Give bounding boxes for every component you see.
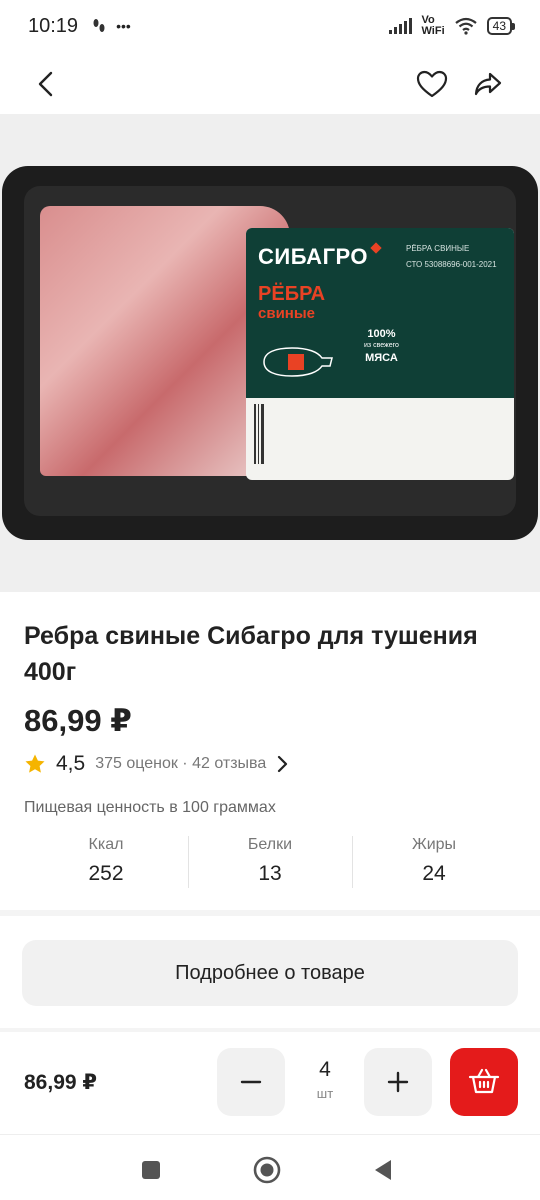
rating-meta: 375 оценок · 42 отзыва — [95, 755, 267, 772]
recents-icon — [142, 1161, 160, 1179]
nutrition-value: 13 — [258, 862, 282, 885]
steps-icon — [93, 19, 105, 32]
home-button[interactable] — [252, 1155, 282, 1185]
back-triangle-icon — [375, 1160, 391, 1180]
plus-icon — [387, 1071, 409, 1093]
label-standard: СТО 53088696-001-2021 — [406, 260, 497, 269]
label-percent-sub: из свежего — [364, 342, 399, 349]
pig-icon — [263, 347, 333, 377]
nutrition-item-fat: Жиры 24 — [352, 834, 516, 890]
nutrition-table: Ккал 252 Белки 13 Жиры 24 — [24, 834, 516, 890]
barcode-icon — [254, 404, 264, 464]
system-nav-bar — [0, 1134, 540, 1200]
rating-value: 4,5 — [56, 752, 86, 775]
label-meat: МЯСА — [365, 352, 398, 364]
nutrition-value: 24 — [422, 862, 446, 885]
home-icon — [253, 1156, 281, 1184]
label-percent: 100% — [367, 328, 396, 340]
nutrition-label: Белки — [247, 836, 293, 853]
nutrition-value: 252 — [88, 862, 124, 885]
label-side-text: РЁБРА СВИНЫЕ СТО 53088696-001-2021 — [406, 244, 506, 270]
vowifi-indicator: Vo WiFi — [422, 15, 445, 37]
package-label: СИБАГРО РЁБРА свиные РЁБРА СВИНЫЕ СТО 53… — [246, 228, 514, 480]
quantity-value: 4 — [319, 1058, 331, 1081]
star-icon — [25, 754, 45, 773]
share-icon — [474, 72, 502, 96]
nutrition-item-protein: Белки 13 — [188, 834, 352, 890]
label-product-line1: РЁБРА — [258, 283, 326, 305]
product-image[interactable]: СИБАГРО РЁБРА свиные РЁБРА СВИНЫЕ СТО 53… — [0, 114, 540, 592]
nutrition-label: Жиры — [411, 836, 457, 853]
label-green-panel: СИБАГРО РЁБРА свиные РЁБРА СВИНЫЕ СТО 53… — [246, 228, 514, 398]
label-product-line2: свиные — [258, 305, 315, 322]
wifi-icon — [454, 17, 477, 35]
nutrition-title: Пищевая ценность в 100 граммах — [24, 799, 276, 816]
add-to-cart-button[interactable] — [450, 1048, 518, 1116]
label-brand: СИБАГРО — [258, 242, 382, 270]
back-nav-button[interactable] — [368, 1155, 398, 1185]
product-price: 86,99 ₽ — [24, 703, 132, 738]
nutrition-label: Ккал — [88, 836, 124, 853]
quantity-unit: шт — [316, 1086, 334, 1101]
label-fine-print — [246, 398, 514, 480]
chevron-right-icon — [278, 755, 288, 773]
vowifi-line2: WiFi — [421, 25, 445, 37]
product-title: Ребра свиные Сибагро для тушения 400г — [24, 622, 478, 686]
nutrition-item-kcal: Ккал 252 — [24, 834, 188, 890]
back-button[interactable] — [24, 62, 68, 106]
back-arrow-icon — [38, 71, 53, 97]
heart-icon — [416, 70, 448, 98]
basket-icon — [468, 1068, 500, 1094]
battery-indicator: 43 — [486, 17, 516, 35]
more-notifications-icon: ••• — [116, 18, 131, 34]
increase-quantity-button[interactable] — [364, 1048, 432, 1116]
recents-button[interactable] — [136, 1155, 166, 1185]
status-notification-icons: ••• — [90, 17, 131, 35]
share-button[interactable] — [466, 62, 510, 106]
section-divider — [0, 1028, 540, 1032]
app-bar — [0, 52, 540, 114]
product-details-button[interactable]: Подробнее о товаре — [22, 940, 518, 1006]
buy-bar: 86,99 ₽ 4 шт — [0, 1036, 540, 1132]
favorite-button[interactable] — [410, 62, 454, 106]
status-time: 10:19 — [28, 14, 79, 37]
minus-icon — [240, 1080, 262, 1084]
label-title-small: РЁБРА СВИНЫЕ — [406, 244, 470, 253]
decrease-quantity-button[interactable] — [217, 1048, 285, 1116]
section-divider — [0, 910, 540, 916]
signal-icon — [388, 18, 412, 34]
buy-bar-price: 86,99 ₽ — [24, 1071, 97, 1094]
label-product-name: РЁБРА свиные — [258, 284, 325, 324]
quantity-display: 4 шт — [290, 1058, 360, 1101]
label-percent-badge: 100% из свежего МЯСА — [364, 328, 399, 364]
rating-row[interactable]: 4,5 375 оценок · 42 отзыва — [24, 750, 288, 778]
status-bar: 10:19 ••• Vo WiFi 43 — [0, 0, 540, 52]
